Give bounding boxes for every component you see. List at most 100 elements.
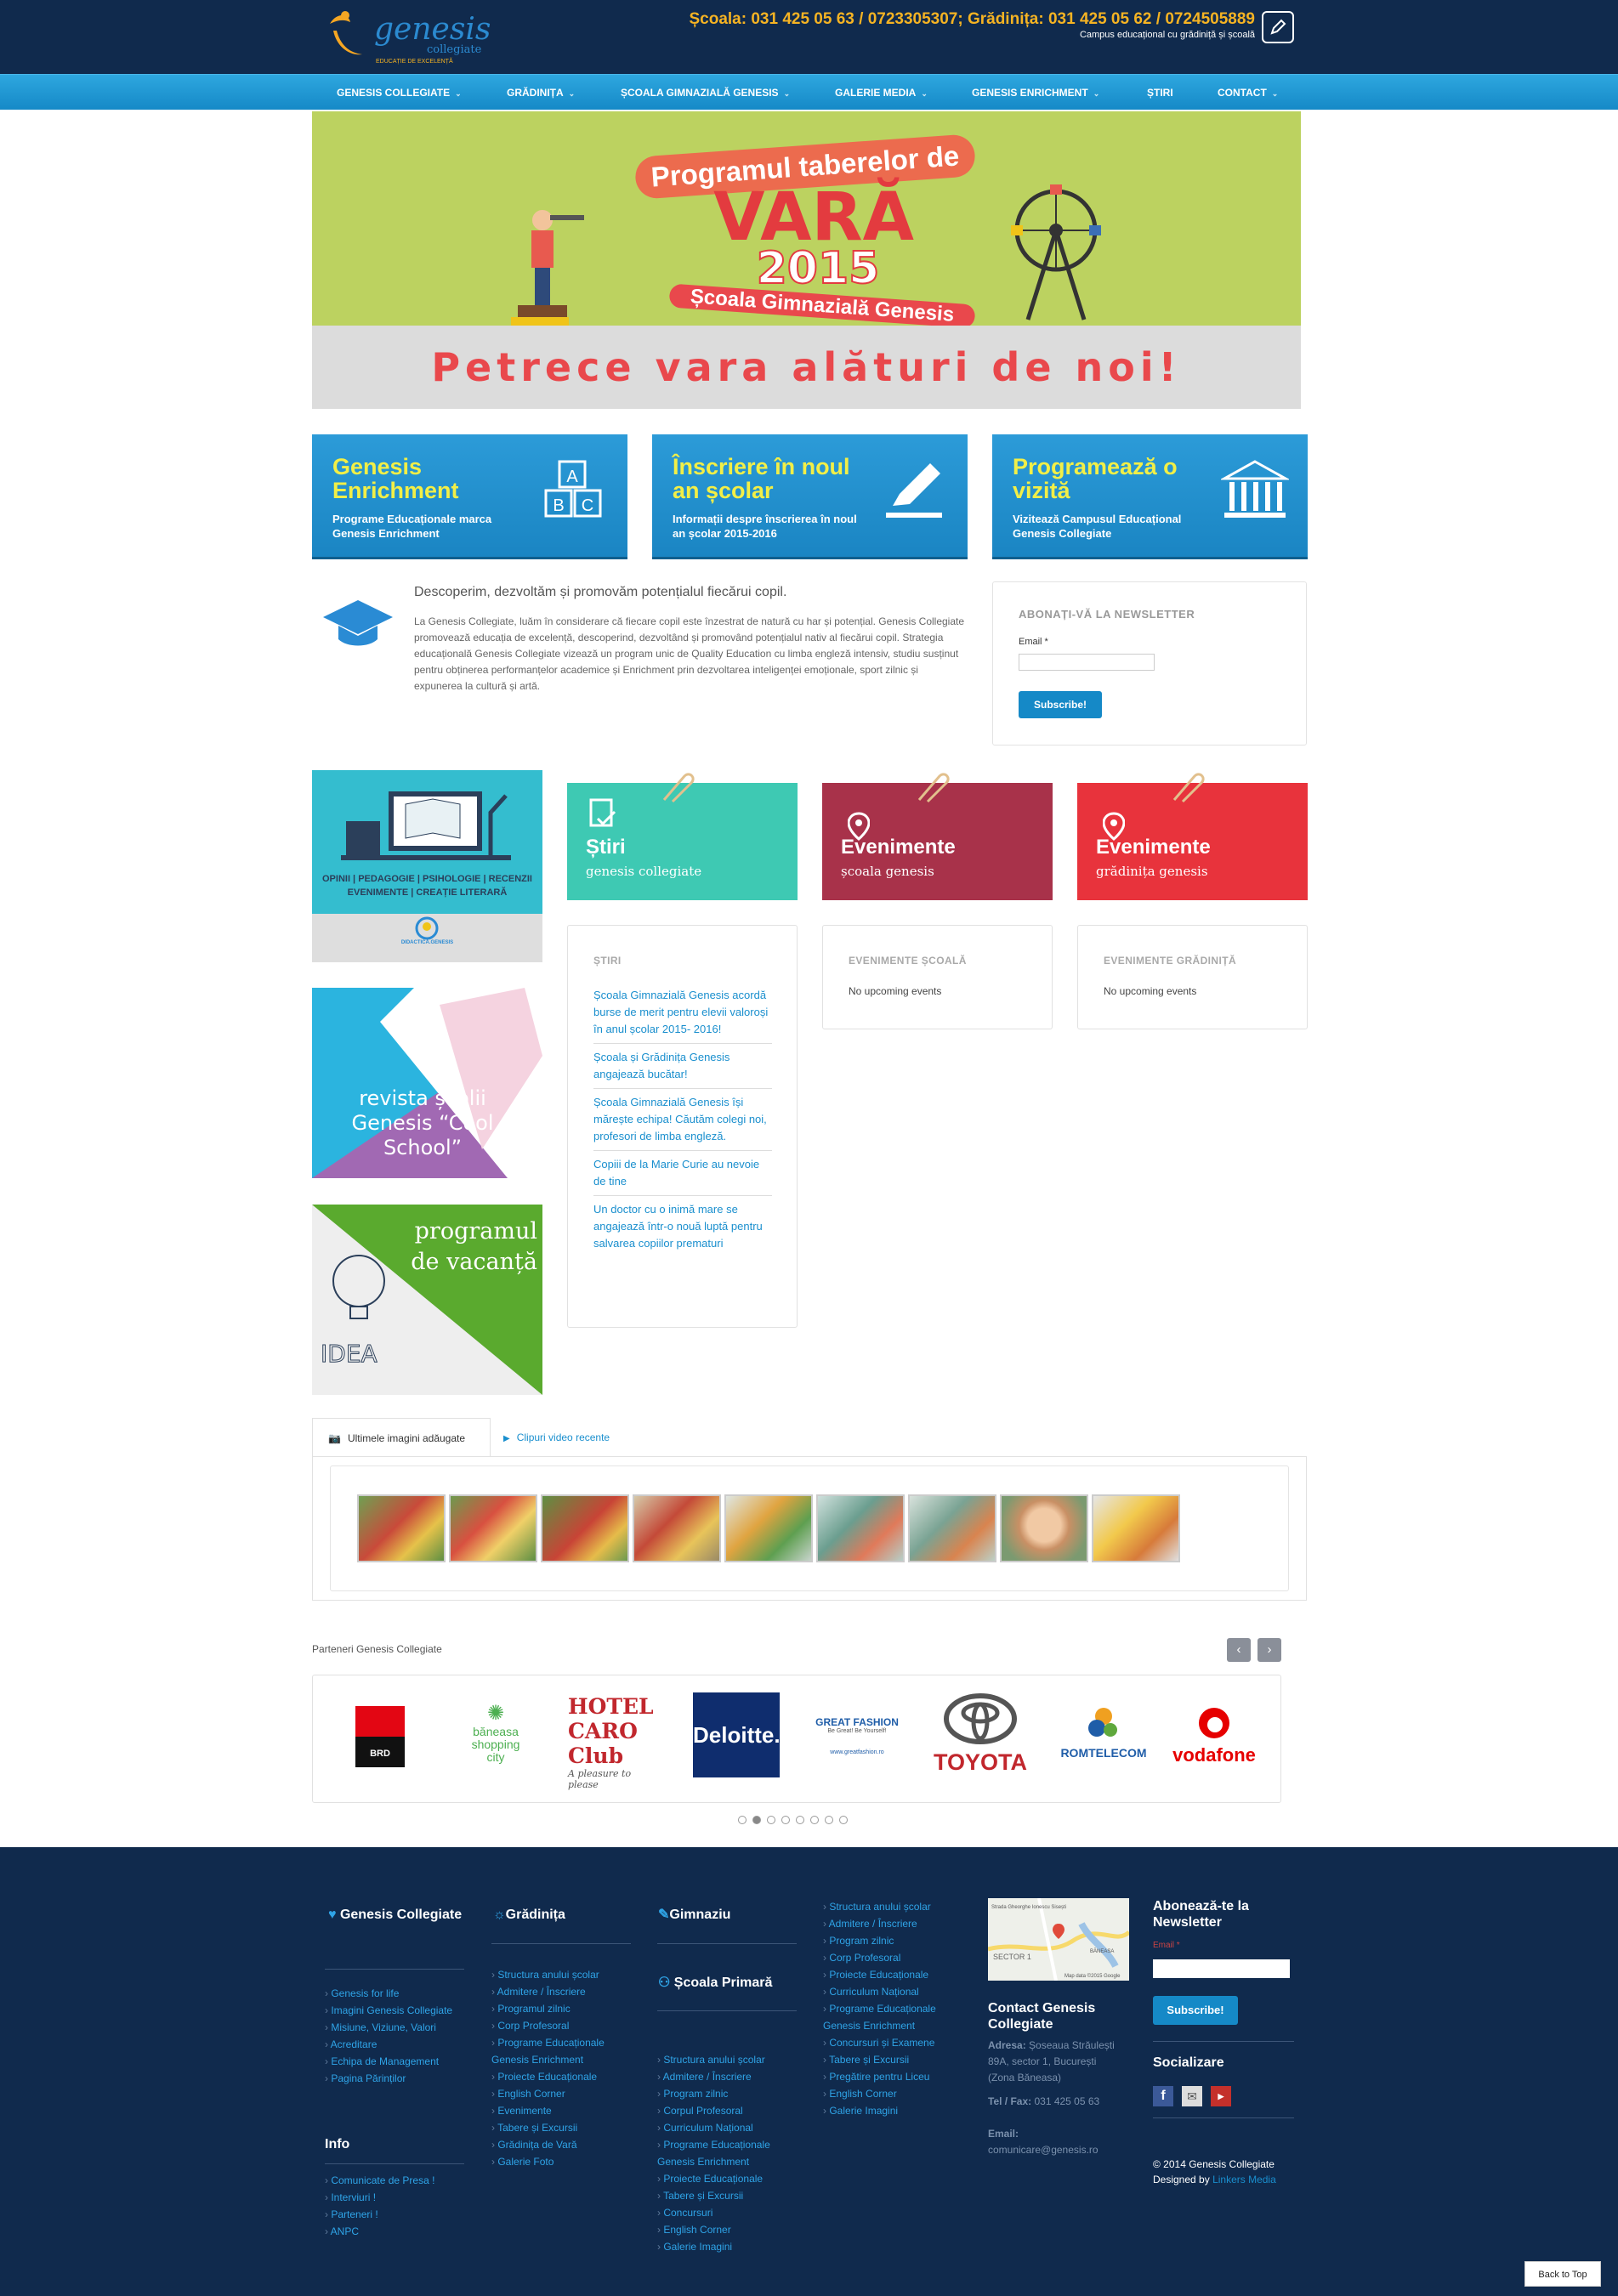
footer-link[interactable]: Acreditare <box>325 2036 469 2053</box>
footer-link[interactable]: Programe Educaționale Genesis Enrichment <box>823 2000 968 2034</box>
footer-link[interactable]: Program zilnic <box>823 1932 968 1949</box>
footer-link[interactable]: Tabere și Excursii <box>823 2051 968 2068</box>
footer-link[interactable]: Genesis for life <box>325 1985 469 2002</box>
partners-prev-button[interactable]: ‹ <box>1227 1638 1251 1662</box>
footer-link[interactable]: Galerie Imagini <box>823 2102 968 2119</box>
footer-link[interactable]: Tabere și Excursii <box>657 2187 802 2204</box>
footer-link[interactable]: Comunicate de Presa ! <box>325 2172 469 2189</box>
footer-link[interactable]: Programe Educaționale Genesis Enrichment <box>491 2034 636 2068</box>
back-to-top-button[interactable]: Back to Top <box>1524 2261 1601 2287</box>
news-item[interactable]: Școala și Grădinița Genesis angajează bu… <box>593 1044 772 1089</box>
footer-subscribe-button[interactable]: Subscribe! <box>1153 1996 1238 2025</box>
footer-link[interactable]: Structura anului școlar <box>491 1966 636 1983</box>
news-item[interactable]: Școala Gimnazială Genesis își mărește ec… <box>593 1089 772 1151</box>
footer-link[interactable]: Corp Profesoral <box>491 2017 636 2034</box>
summer-camp-banner[interactable]: Programul taberelor de VARĂ 2015 Școala … <box>312 111 1301 409</box>
footer-link[interactable]: Admitere / Înscriere <box>491 1983 636 2000</box>
nav-gradinita[interactable]: GRĂDINIȚA ⌄ <box>507 75 575 111</box>
footer-link[interactable]: Structura anului școlar <box>657 2051 802 2068</box>
footer-link[interactable]: Misiune, Viziune, Valori <box>325 2019 469 2036</box>
carousel-dot[interactable] <box>781 1816 790 1824</box>
youtube-icon[interactable]: ▶ <box>1211 2086 1231 2106</box>
news-item[interactable]: Școala Gimnazială Genesis acordă burse d… <box>593 982 772 1044</box>
category-evenimente-gradinita[interactable]: Evenimente grădinița genesis <box>1077 773 1308 900</box>
footer-link[interactable]: Program zilnic <box>657 2085 802 2102</box>
designer-link[interactable]: Linkers Media <box>1212 2174 1276 2185</box>
footer-link[interactable]: Programe Educaționale Genesis Enrichment <box>657 2136 802 2170</box>
category-stiri[interactable]: Știri genesis collegiate <box>567 773 798 900</box>
news-item[interactable]: Copiii de la Marie Curie au nevoie de ti… <box>593 1151 772 1196</box>
footer-link[interactable]: Grădinița de Vară <box>491 2136 636 2153</box>
partner-logo-baneasa[interactable]: ✺ băneasa shopping city <box>462 1701 530 1777</box>
footer-link[interactable]: Evenimente <box>491 2102 636 2119</box>
nav-genesis-collegiate[interactable]: GENESIS COLLEGIATE ⌄ <box>337 75 462 111</box>
footer-link[interactable]: English Corner <box>823 2085 968 2102</box>
tab-recent-videos[interactable]: ▶ Clipuri video recente <box>503 1418 673 1457</box>
carousel-dot-active[interactable] <box>752 1816 761 1824</box>
footer-link[interactable]: Corp Profesoral <box>823 1949 968 1966</box>
carousel-dot[interactable] <box>738 1816 747 1824</box>
gallery-thumbnail[interactable] <box>908 1494 996 1562</box>
feature-genesis-enrichment[interactable]: Genesis Enrichment Programe Educaționale… <box>312 434 627 557</box>
footer-link[interactable]: English Corner <box>491 2085 636 2102</box>
partner-logo-caro[interactable]: HOTEL CARO Club A pleasure to please <box>568 1694 661 1790</box>
footer-link[interactable]: Pregătire pentru Liceu <box>823 2068 968 2085</box>
gallery-thumbnail[interactable] <box>724 1494 813 1562</box>
gallery-thumbnail[interactable] <box>357 1494 446 1562</box>
footer-link[interactable]: Tabere și Excursii <box>491 2119 636 2136</box>
location-map[interactable]: Strada Gheorghe Ionescu Sisești SECTOR 1… <box>988 1898 1129 1981</box>
footer-link[interactable]: Galerie Imagini <box>657 2238 802 2255</box>
partner-logo-vodafone[interactable]: vodafone <box>1167 1706 1261 1783</box>
feature-inscriere[interactable]: Înscriere în noul an școlar Informații d… <box>652 434 968 557</box>
footer-link[interactable]: Admitere / Înscriere <box>823 1915 968 1932</box>
newsletter-subscribe-button[interactable]: Subscribe! <box>1019 691 1102 718</box>
footer-link[interactable]: Imagini Genesis Collegiate <box>325 2002 469 2019</box>
footer-link[interactable]: Curriculum Național <box>657 2119 802 2136</box>
carousel-dot[interactable] <box>796 1816 804 1824</box>
partners-next-button[interactable]: › <box>1257 1638 1281 1662</box>
newsletter-email-input[interactable] <box>1019 654 1155 671</box>
site-logo[interactable]: genesis collegiate EDUCAȚIE DE EXCELENȚĂ <box>325 5 495 68</box>
footer-email-input[interactable] <box>1153 1959 1290 1978</box>
cool-school-magazine-tile[interactable]: revista școlii Genesis “Cool School” <box>312 988 542 1178</box>
carousel-dot[interactable] <box>767 1816 775 1824</box>
footer-link[interactable]: Admitere / Înscriere <box>657 2068 802 2085</box>
carousel-dot[interactable] <box>825 1816 833 1824</box>
partner-logo-brd[interactable]: BRD <box>355 1706 405 1767</box>
footer-link[interactable]: Galerie Foto <box>491 2153 636 2170</box>
footer-link[interactable]: Concursuri și Examene <box>823 2034 968 2051</box>
footer-link[interactable]: Interviuri ! <box>325 2189 469 2206</box>
partner-logo-romtelecom[interactable]: ROMTELECOM <box>1053 1704 1155 1781</box>
footer-link[interactable]: Proiecte Educaționale <box>657 2170 802 2187</box>
didactica-tile[interactable]: OPINII | PEDAGOGIE | PSIHOLOGIE | RECENZ… <box>312 770 542 962</box>
gallery-thumbnail[interactable] <box>541 1494 629 1562</box>
nav-contact[interactable]: CONTACT ⌄ <box>1218 75 1278 111</box>
footer-link[interactable]: Pagina Părinților <box>325 2070 469 2087</box>
footer-link[interactable]: English Corner <box>657 2221 802 2238</box>
nav-stiri[interactable]: ȘTIRI <box>1147 75 1173 111</box>
nav-galerie-media[interactable]: GALERIE MEDIA ⌄ <box>835 75 928 111</box>
carousel-dot[interactable] <box>839 1816 848 1824</box>
footer-link[interactable]: Programul zilnic <box>491 2000 636 2017</box>
feature-programeaza-vizita[interactable]: Programează o vizită Vizitează Campusul … <box>992 434 1308 557</box>
partner-logo-great-fashion[interactable]: GREAT FASHION Be Great! Be Yourself! www… <box>810 1716 904 1776</box>
gallery-thumbnail[interactable] <box>1092 1494 1180 1562</box>
mail-icon[interactable]: ✉ <box>1182 2086 1202 2106</box>
news-item[interactable]: Un doctor cu o inimă mare se angajează î… <box>593 1196 772 1257</box>
nav-genesis-enrichment[interactable]: GENESIS ENRICHMENT ⌄ <box>972 75 1099 111</box>
tab-latest-images[interactable]: 📷 Ultimele imagini adăugate <box>312 1418 491 1457</box>
partner-logo-deloitte[interactable]: Deloitte. <box>693 1692 781 1777</box>
footer-link[interactable]: Echipa de Management <box>325 2053 469 2070</box>
category-evenimente-scoala[interactable]: Evenimente școala genesis <box>822 773 1053 900</box>
footer-link[interactable]: Structura anului școlar <box>823 1898 968 1915</box>
footer-link[interactable]: Curriculum Național <box>823 1983 968 2000</box>
footer-link[interactable]: Concursuri <box>657 2204 802 2221</box>
gallery-thumbnail[interactable] <box>1000 1494 1088 1562</box>
footer-link[interactable]: ANPC <box>325 2223 469 2240</box>
footer-link[interactable]: Proiecte Educaționale <box>823 1966 968 1983</box>
carousel-dot[interactable] <box>810 1816 819 1824</box>
footer-link[interactable]: Proiecte Educaționale <box>491 2068 636 2085</box>
contact-edit-button[interactable] <box>1262 11 1294 43</box>
vacation-program-tile[interactable]: IDEA programul de vacanță <box>312 1205 542 1395</box>
gallery-thumbnail[interactable] <box>449 1494 537 1562</box>
